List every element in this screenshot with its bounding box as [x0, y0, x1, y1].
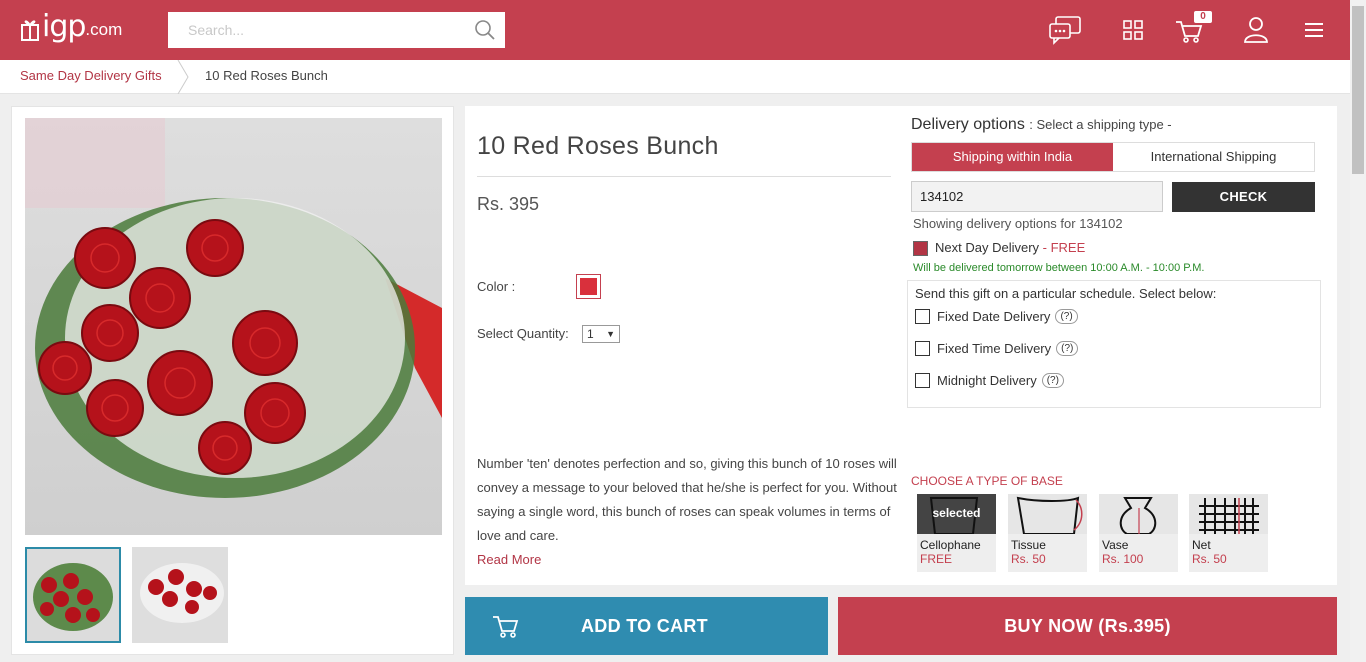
buy-now-button[interactable]: BUY NOW (Rs.395)	[838, 597, 1337, 655]
search-icon[interactable]	[473, 18, 497, 42]
gift-icon	[21, 20, 39, 41]
cart-count-badge: 0	[1194, 11, 1212, 23]
chat-icon[interactable]	[1048, 14, 1082, 46]
schedule-options-box: Send this gift on a particular schedule.…	[907, 280, 1321, 408]
base-name: Cellophane	[920, 538, 981, 552]
breadcrumb-link-same-day[interactable]: Same Day Delivery Gifts	[20, 68, 162, 83]
roses-thumbnail-image	[132, 547, 228, 643]
shipping-tabs: Shipping within India International Ship…	[911, 142, 1315, 172]
read-more-link[interactable]: Read More	[477, 552, 541, 567]
scrollbar-thumb[interactable]	[1352, 6, 1364, 174]
next-day-delivery-text: Next Day Delivery	[935, 240, 1040, 255]
add-to-cart-label: ADD TO CART	[581, 615, 708, 636]
base-name: Net	[1192, 538, 1211, 552]
help-icon[interactable]: (?)	[1055, 309, 1078, 324]
product-description: Number 'ten' denotes perfection and so, …	[477, 456, 897, 543]
next-day-delivery-price: - FREE	[1042, 240, 1086, 255]
midnight-label: Midnight Delivery	[937, 373, 1037, 388]
delivery-options-heading: Delivery options : Select a shipping typ…	[911, 116, 1172, 134]
product-main-image[interactable]	[25, 118, 442, 535]
tissue-image	[1008, 494, 1087, 534]
thumbnail-1[interactable]	[25, 547, 121, 643]
menu-icon[interactable]	[1297, 14, 1331, 46]
search-bar	[168, 12, 505, 48]
search-input[interactable]	[168, 13, 473, 47]
base-price: Rs. 50	[1192, 552, 1227, 566]
net-image	[1189, 494, 1268, 534]
base-option-vase[interactable]: Vase Rs. 100	[1099, 494, 1178, 572]
check-button[interactable]: CHECK	[1172, 182, 1315, 212]
next-day-delivery-label: Next Day Delivery - FREE	[935, 240, 1085, 255]
quantity-label: Select Quantity:	[477, 326, 569, 341]
logo-main-text: igp	[42, 9, 86, 44]
breadcrumb-current: 10 Red Roses Bunch	[205, 68, 328, 83]
breadcrumb: Same Day Delivery Gifts 10 Red Roses Bun…	[0, 60, 1350, 94]
fixed-time-delivery-option[interactable]: Fixed Time Delivery (?)	[915, 341, 1079, 356]
grid-icon[interactable]	[1116, 14, 1150, 46]
cellophane-image: selected	[917, 494, 996, 534]
fixed-time-checkbox[interactable]	[915, 341, 930, 356]
midnight-delivery-option[interactable]: Midnight Delivery (?)	[915, 373, 1064, 388]
vase-image	[1099, 494, 1178, 534]
quantity-value: 1	[587, 327, 594, 341]
product-title: 10 Red Roses Bunch	[477, 132, 719, 160]
fixed-date-label: Fixed Date Delivery	[937, 309, 1051, 324]
top-header: igp .com 0	[0, 0, 1350, 60]
fixed-date-checkbox[interactable]	[915, 309, 930, 324]
tab-shipping-india[interactable]: Shipping within India	[912, 143, 1113, 171]
tissue-wrap-icon	[1016, 496, 1083, 534]
schedule-title: Send this gift on a particular schedule.…	[915, 286, 1217, 301]
roses-bouquet-image	[25, 118, 442, 535]
base-type-heading: CHOOSE A TYPE OF BASE	[911, 474, 1063, 488]
base-option-net[interactable]: Net Rs. 50	[1189, 494, 1268, 572]
vase-icon	[1119, 497, 1157, 534]
product-price: Rs. 395	[477, 194, 540, 214]
title-divider	[477, 176, 891, 177]
fixed-time-label: Fixed Time Delivery	[937, 341, 1052, 356]
add-to-cart-button[interactable]: ADD TO CART	[465, 597, 828, 655]
user-icon[interactable]	[1239, 14, 1273, 46]
base-option-cellophane[interactable]: selected Cellophane FREE	[917, 494, 996, 572]
base-price: Rs. 50	[1011, 552, 1046, 566]
site-logo[interactable]: igp .com	[20, 12, 122, 42]
dropdown-arrow-icon: ▼	[606, 329, 615, 339]
delivery-subtitle: : Select a shipping type -	[1029, 117, 1172, 132]
help-icon[interactable]: (?)	[1056, 341, 1079, 356]
roses-thumbnail-image	[27, 549, 119, 641]
selected-label: selected	[932, 506, 981, 520]
base-price: FREE	[920, 552, 953, 566]
base-price: Rs. 100	[1102, 552, 1144, 566]
help-icon[interactable]: (?)	[1041, 373, 1064, 388]
net-wrap-icon	[1199, 498, 1259, 534]
base-option-tissue[interactable]: Tissue Rs. 50	[1008, 494, 1087, 572]
tab-international-shipping[interactable]: International Shipping	[1113, 143, 1314, 171]
fixed-date-delivery-option[interactable]: Fixed Date Delivery (?)	[915, 309, 1078, 324]
thumbnail-2[interactable]	[132, 547, 228, 643]
chevron-right-icon	[177, 60, 189, 94]
cart-icon	[493, 616, 519, 638]
delivery-time-note: Will be delivered tomorrow between 10:00…	[913, 262, 1205, 274]
base-name: Tissue	[1011, 538, 1046, 552]
logo-suffix-text: .com	[85, 20, 123, 39]
color-swatch[interactable]	[576, 274, 601, 299]
base-name: Vase	[1102, 538, 1129, 552]
product-gallery	[11, 106, 454, 655]
midnight-checkbox[interactable]	[915, 373, 930, 388]
next-day-delivery-radio[interactable]	[913, 241, 928, 256]
color-swatch-fill	[580, 278, 597, 295]
pincode-input[interactable]: 134102	[911, 181, 1163, 212]
delivery-title: Delivery options	[911, 116, 1025, 133]
color-label: Color :	[477, 279, 516, 294]
quantity-select[interactable]: 1 ▼	[582, 325, 620, 343]
delivery-showing-text: Showing delivery options for 134102	[913, 216, 1123, 231]
product-details-panel: 10 Red Roses Bunch Rs. 395 Color : Selec…	[465, 106, 1337, 585]
